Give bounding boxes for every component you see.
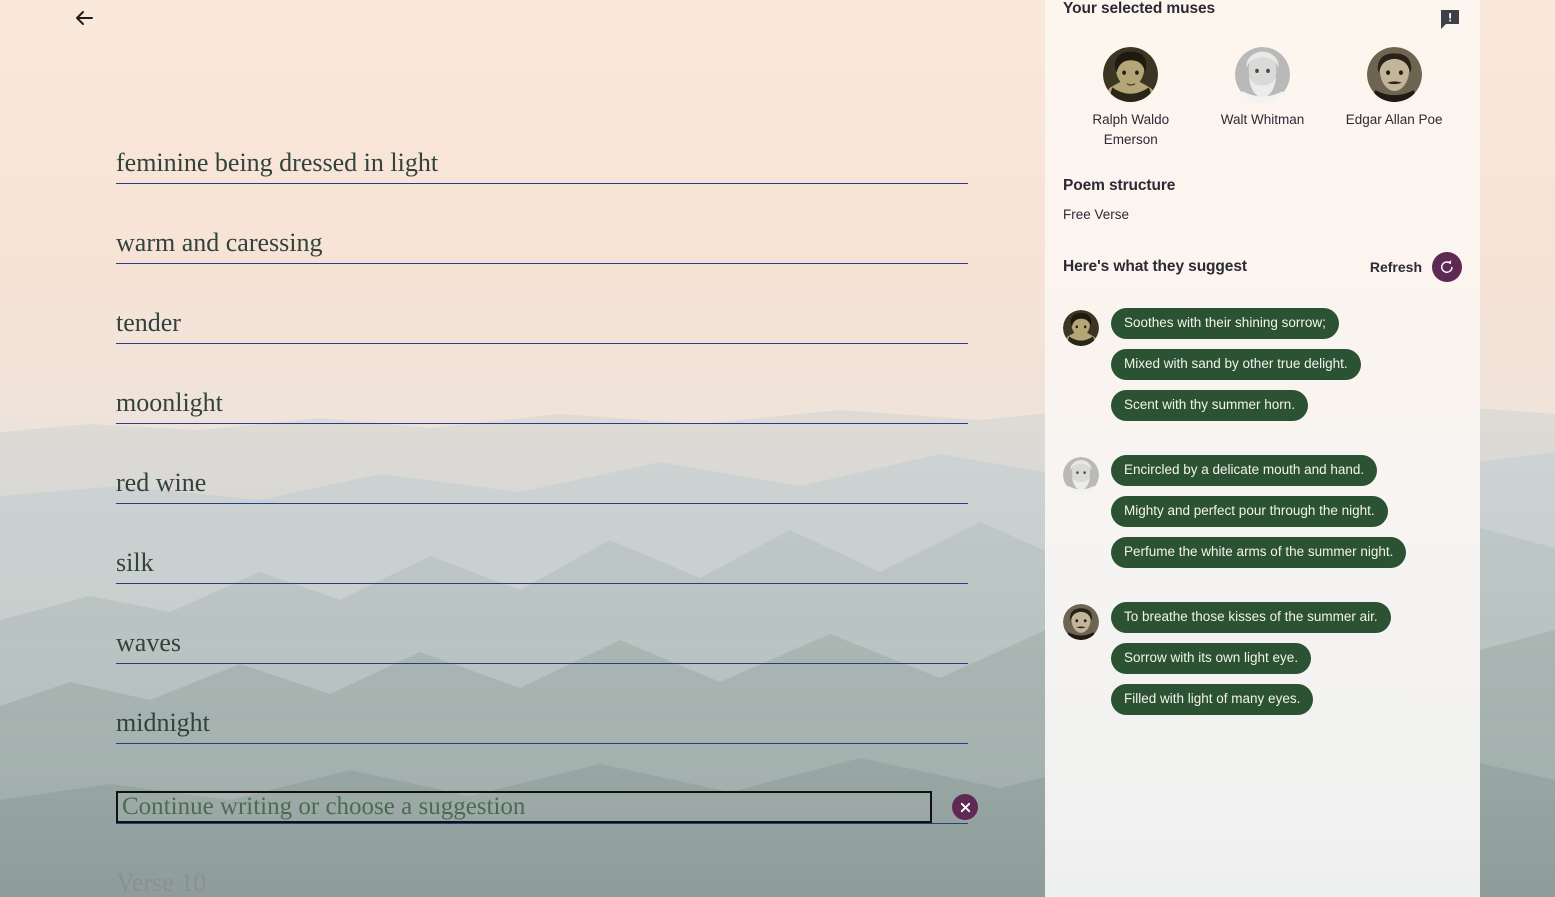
avatar-emerson bbox=[1103, 47, 1159, 102]
muses-title: Your selected muses bbox=[1063, 0, 1216, 17]
verse-list: feminine being dressed in light warm and… bbox=[116, 104, 978, 897]
avatar-poe-small bbox=[1063, 604, 1099, 640]
verse-text: warm and caressing bbox=[116, 228, 323, 257]
poem-structure-value: Free Verse bbox=[1063, 207, 1130, 222]
suggestion-group-emerson: Soothes with their shining sorrow; Mixed… bbox=[1063, 308, 1462, 421]
suggestion-group-poe: To breathe those kisses of the summer ai… bbox=[1063, 602, 1462, 715]
muse-name: Ralph Waldo Emerson bbox=[1092, 112, 1170, 147]
chip-list: To breathe those kisses of the summer ai… bbox=[1111, 602, 1391, 715]
active-verse-row[interactable]: Continue writing or choose a suggestion bbox=[116, 744, 978, 824]
verse-row[interactable]: waves bbox=[116, 584, 968, 664]
clear-verse-button[interactable] bbox=[952, 794, 978, 820]
suggestion-chip[interactable]: To breathe those kisses of the summer ai… bbox=[1111, 602, 1391, 633]
avatar-poe bbox=[1366, 47, 1422, 102]
suggestion-group-whitman: Encircled by a delicate mouth and hand. … bbox=[1063, 455, 1462, 568]
next-verse-placeholder: Verse 10 bbox=[116, 868, 207, 897]
suggestion-chip[interactable]: Mixed with sand by other true delight. bbox=[1111, 349, 1361, 380]
feedback-bubble-icon bbox=[1441, 10, 1459, 29]
verse-row[interactable]: midnight bbox=[116, 664, 968, 744]
chip-list: Soothes with their shining sorrow; Mixed… bbox=[1111, 308, 1361, 421]
suggestions-title: Here's what they suggest bbox=[1063, 258, 1247, 275]
muse-name: Edgar Allan Poe bbox=[1345, 112, 1443, 127]
suggestion-chip[interactable]: Soothes with their shining sorrow; bbox=[1111, 308, 1339, 339]
verse-text: tender bbox=[116, 308, 181, 337]
verse-text: silk bbox=[116, 548, 154, 577]
verse-row[interactable]: warm and caressing bbox=[116, 184, 968, 264]
suggestion-chip[interactable]: Mighty and perfect pour through the nigh… bbox=[1111, 496, 1388, 527]
poem-structure-title: Poem structure bbox=[1063, 177, 1176, 194]
refresh-label[interactable]: Refresh bbox=[1370, 259, 1422, 275]
poem-editor-pane: feminine being dressed in light warm and… bbox=[0, 0, 1045, 897]
verse-input-placeholder: Continue writing or choose a suggestion bbox=[122, 793, 526, 820]
suggestion-chip[interactable]: Filled with light of many eyes. bbox=[1111, 684, 1314, 715]
arrow-left-icon bbox=[76, 11, 93, 25]
panel-header: Your selected muses bbox=[1063, 0, 1462, 31]
feedback-button[interactable] bbox=[1438, 7, 1462, 31]
muse-edgar-allan-poe[interactable]: Edgar Allan Poe bbox=[1328, 47, 1460, 150]
verse-text: midnight bbox=[116, 708, 210, 737]
suggestion-chip[interactable]: Perfume the white arms of the summer nig… bbox=[1111, 537, 1407, 568]
muses-side-panel: Your selected muses Ralph Waldo Emerson … bbox=[1045, 0, 1480, 897]
verse-row[interactable]: red wine bbox=[116, 424, 968, 504]
muse-ralph-waldo-emerson[interactable]: Ralph Waldo Emerson bbox=[1065, 47, 1197, 150]
refresh-button[interactable] bbox=[1432, 252, 1462, 282]
muse-name: Walt Whitman bbox=[1220, 112, 1305, 127]
suggestion-chip[interactable]: Encircled by a delicate mouth and hand. bbox=[1111, 455, 1378, 486]
verse-text: moonlight bbox=[116, 388, 223, 417]
verse-text: waves bbox=[116, 628, 181, 657]
suggestion-groups: Soothes with their shining sorrow; Mixed… bbox=[1063, 308, 1462, 715]
verse-row[interactable]: tender bbox=[116, 264, 968, 344]
suggestion-chip[interactable]: Sorrow with its own light eye. bbox=[1111, 643, 1312, 674]
selected-muses-row: Ralph Waldo Emerson Walt Whitman Edgar A… bbox=[1063, 47, 1462, 150]
verse-text: feminine being dressed in light bbox=[116, 148, 439, 177]
muse-walt-whitman[interactable]: Walt Whitman bbox=[1197, 47, 1329, 150]
suggestion-chip[interactable]: Scent with thy summer horn. bbox=[1111, 390, 1309, 421]
verse-row[interactable]: feminine being dressed in light bbox=[116, 104, 968, 184]
verse-text: red wine bbox=[116, 468, 207, 497]
chip-list: Encircled by a delicate mouth and hand. … bbox=[1111, 455, 1407, 568]
back-button[interactable] bbox=[64, 0, 104, 36]
verse-input[interactable]: Continue writing or choose a suggestion bbox=[116, 791, 932, 823]
close-x-icon bbox=[960, 802, 970, 812]
refresh-ccw-icon bbox=[1441, 260, 1453, 273]
avatar-whitman bbox=[1234, 47, 1290, 102]
avatar-emerson-small bbox=[1063, 310, 1099, 346]
avatar-whitman-small bbox=[1063, 457, 1099, 493]
suggestions-header: Here's what they suggest Refresh bbox=[1063, 252, 1462, 282]
verse-row[interactable]: moonlight bbox=[116, 344, 968, 424]
refresh-group[interactable]: Refresh bbox=[1370, 252, 1462, 282]
next-verse-row[interactable]: Verse 10 bbox=[116, 824, 968, 897]
verse-row[interactable]: silk bbox=[116, 504, 968, 584]
